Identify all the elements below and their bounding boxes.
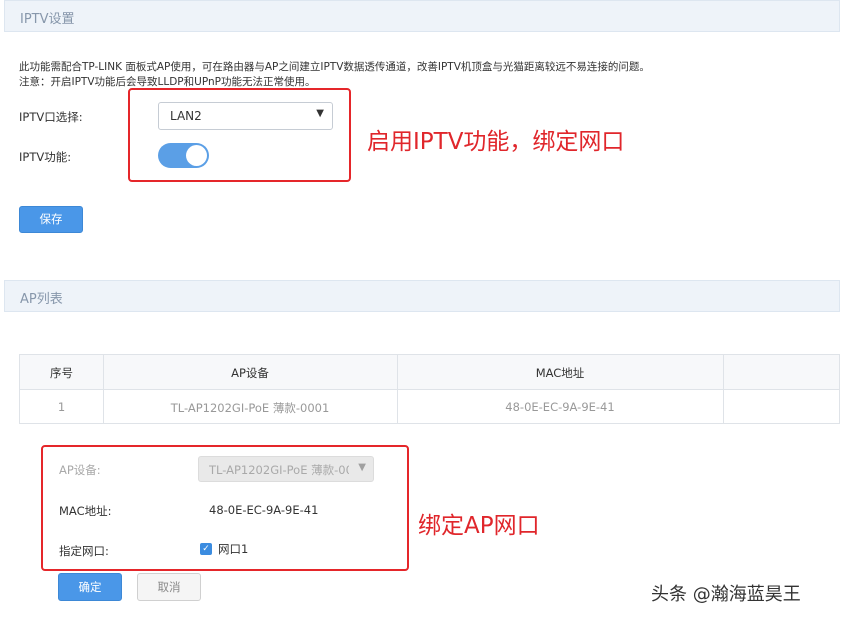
ap-highlight-box bbox=[41, 445, 409, 571]
ap-section-header: AP列表 bbox=[4, 280, 840, 312]
column-header-mac: MAC地址 bbox=[535, 366, 585, 380]
iptv-description: 此功能需配合TP-LINK 面板式AP使用，可在路由器与AP之间建立IPTV数据… bbox=[19, 61, 650, 73]
save-button[interactable]: 保存 bbox=[19, 206, 83, 233]
iptv-section-header: IPTV设置 bbox=[4, 0, 840, 32]
column-header-device: AP设备 bbox=[231, 366, 269, 380]
ap-section-title: AP列表 bbox=[20, 292, 63, 307]
watermark: 头条 @瀚海蓝昊王 bbox=[651, 584, 801, 605]
row-index: 1 bbox=[57, 400, 66, 414]
ap-table: 序号 AP设备 MAC地址 1 TL-AP1202GI-PoE 薄款-0001 … bbox=[19, 354, 840, 424]
confirm-button[interactable]: 确定 bbox=[58, 573, 122, 601]
iptv-warning: 注意：开启IPTV功能后会导致LLDP和UPnP功能无法正常使用。 bbox=[19, 76, 316, 88]
row-device: TL-AP1202GI-PoE 薄款-0001 bbox=[170, 401, 330, 415]
iptv-annotation: 启用IPTV功能，绑定网口 bbox=[367, 129, 625, 155]
row-mac: 48-0E-EC-9A-9E-41 bbox=[505, 400, 615, 414]
ap-annotation: 绑定AP网口 bbox=[418, 513, 540, 539]
cancel-button[interactable]: 取消 bbox=[137, 573, 201, 601]
column-header-index: 序号 bbox=[50, 366, 73, 380]
iptv-port-label: IPTV口选择: bbox=[19, 110, 83, 124]
iptv-function-label: IPTV功能: bbox=[19, 150, 72, 164]
iptv-section-title: IPTV设置 bbox=[20, 12, 75, 27]
iptv-highlight-box bbox=[128, 88, 351, 182]
